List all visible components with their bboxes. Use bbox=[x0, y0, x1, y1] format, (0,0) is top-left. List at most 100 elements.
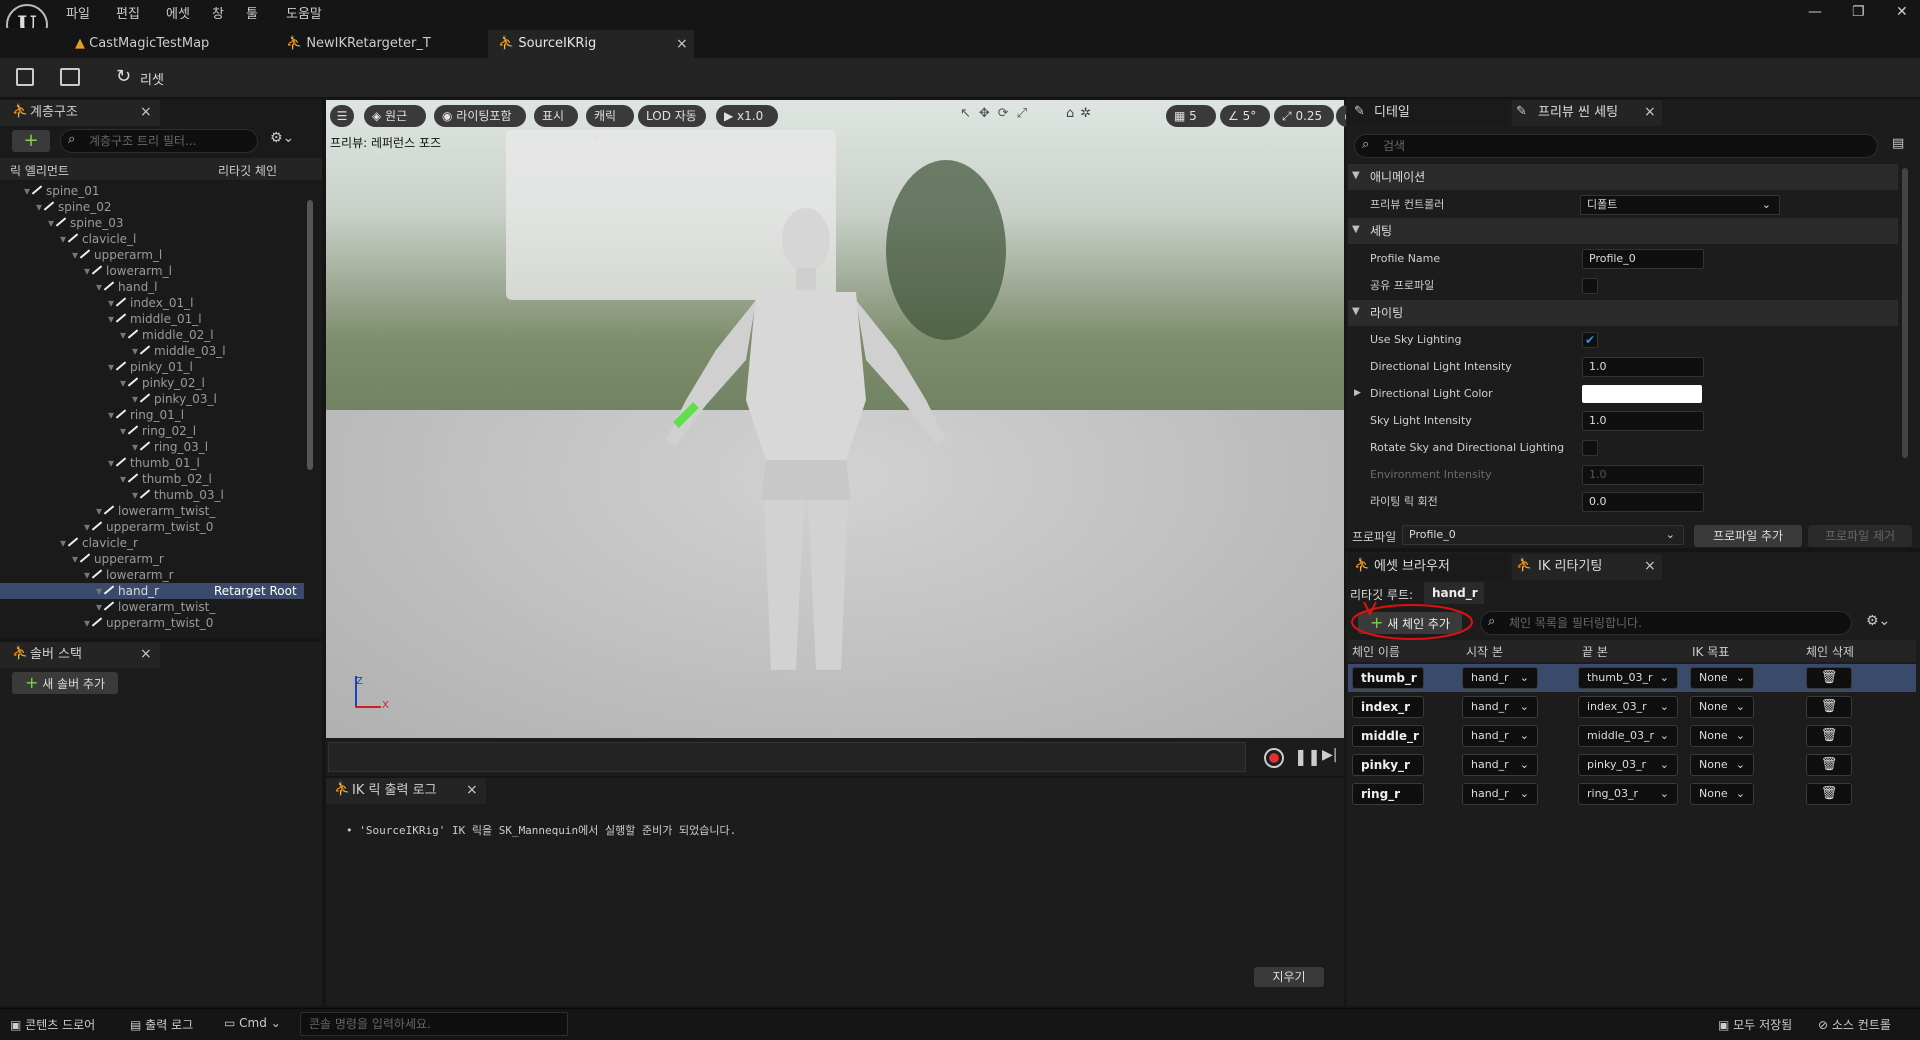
tree-expander-icon[interactable]: ▾ bbox=[0, 439, 138, 455]
close-tab-button[interactable]: × bbox=[676, 30, 688, 58]
chain-name-field[interactable]: index_r bbox=[1352, 696, 1424, 718]
tree-row[interactable]: ▾ middle_03_l bbox=[0, 343, 304, 359]
menu-item-2[interactable]: 에셋 bbox=[166, 3, 190, 22]
scale-snap-button[interactable]: ⤢ 0.25 bbox=[1274, 105, 1334, 127]
tree-row[interactable]: ▾ thumb_02_l bbox=[0, 471, 304, 487]
column-rig-element[interactable]: 릭 엘리먼트 bbox=[10, 162, 69, 179]
start-bone-dropdown[interactable]: hand_r ⌄ bbox=[1462, 783, 1538, 805]
tree-row[interactable]: ▾ index_01_l bbox=[0, 295, 304, 311]
tree-row[interactable]: ▾ spine_02 bbox=[0, 199, 304, 215]
tree-row[interactable]: ▾ clavicle_l bbox=[0, 231, 304, 247]
delete-chain-trash-icon[interactable]: 🗑 bbox=[1806, 754, 1852, 776]
tree-expander-icon[interactable]: ▾ bbox=[0, 407, 114, 423]
preview-scene-settings-tab[interactable]: 프리뷰 씬 세팅 bbox=[1512, 100, 1662, 126]
end-bone-dropdown[interactable]: index_03_r ⌄ bbox=[1578, 696, 1678, 718]
timeline-track[interactable] bbox=[328, 742, 1246, 772]
asset-browser-tab[interactable]: 에셋 브라우저 bbox=[1348, 554, 1508, 580]
surface-snap-icon[interactable]: ⌂✲ bbox=[1066, 106, 1097, 121]
viewport-option-button-3[interactable]: 캐릭터 bbox=[586, 105, 634, 145]
close-solver-button[interactable]: × bbox=[140, 646, 152, 662]
ik-goal-dropdown[interactable]: None ⌄ bbox=[1690, 725, 1754, 747]
tree-expander-icon[interactable]: ▾ bbox=[0, 199, 42, 215]
viewport-menu-icon[interactable]: ☰ bbox=[330, 105, 354, 127]
menu-item-1[interactable]: 편집 bbox=[116, 3, 140, 22]
save-all-button[interactable]: ▣ 모두 저장됨 bbox=[1718, 1016, 1792, 1033]
close-output-log-button[interactable]: × bbox=[466, 782, 478, 798]
viewport-option-button-4[interactable]: LOD 자동 bbox=[638, 105, 706, 127]
tree-expander-icon[interactable]: ▾ bbox=[0, 279, 102, 295]
browse-asset-icon[interactable] bbox=[60, 68, 80, 86]
tree-expander-icon[interactable]: ▾ bbox=[0, 311, 114, 327]
use-sky-lighting-checkbox[interactable]: ✔ bbox=[1582, 332, 1598, 348]
expand-arrow-icon[interactable]: ▶ bbox=[1354, 388, 1361, 398]
ik-goal-dropdown[interactable]: None ⌄ bbox=[1690, 754, 1754, 776]
output-log-button[interactable]: ▤ 출력 로그 bbox=[130, 1016, 193, 1033]
chain-column-header[interactable]: 체인 삭제 bbox=[1806, 643, 1854, 660]
tree-row[interactable]: ▾ ring_02_l bbox=[0, 423, 304, 439]
lighting-rig-rotation-input[interactable]: 0.0 bbox=[1582, 492, 1704, 512]
sky-light-intensity-input[interactable]: 1.0 bbox=[1582, 411, 1704, 431]
tree-row[interactable]: ▾ pinky_01_l bbox=[0, 359, 304, 375]
tree-expander-icon[interactable]: ▾ bbox=[0, 615, 90, 631]
maximize-button[interactable]: ❐ bbox=[1852, 4, 1865, 20]
directional-light-intensity-input[interactable]: 1.0 bbox=[1582, 357, 1704, 377]
end-bone-dropdown[interactable]: thumb_03_r ⌄ bbox=[1578, 667, 1678, 689]
menu-item-3[interactable]: 창 bbox=[212, 3, 224, 22]
tree-expander-icon[interactable]: ▾ bbox=[0, 215, 54, 231]
details-search-input[interactable]: 검색 bbox=[1354, 134, 1878, 158]
tree-row[interactable]: ▾ thumb_03_l bbox=[0, 487, 304, 503]
tree-row[interactable]: ▾ lowerarm_twist_ bbox=[0, 599, 304, 615]
tree-expander-icon[interactable]: ▾ bbox=[0, 487, 138, 503]
tree-expander-icon[interactable]: ▾ bbox=[0, 375, 126, 391]
tree-row[interactable]: ▾ thumb_01_l bbox=[0, 455, 304, 471]
console-command-input[interactable]: 콘솔 명령을 입력하세요. bbox=[300, 1012, 568, 1036]
reset-icon[interactable]: ↻ bbox=[116, 66, 131, 87]
tree-expander-icon[interactable]: ▾ bbox=[0, 471, 126, 487]
start-bone-dropdown[interactable]: hand_r ⌄ bbox=[1462, 754, 1538, 776]
delete-chain-trash-icon[interactable]: 🗑 bbox=[1806, 667, 1852, 689]
end-bone-dropdown[interactable]: ring_03_r ⌄ bbox=[1578, 783, 1678, 805]
column-retarget-chain[interactable]: 리타깃 체인 bbox=[218, 162, 277, 179]
tree-row[interactable]: ▾ clavicle_r bbox=[0, 535, 304, 551]
preview-viewport[interactable] bbox=[326, 100, 1344, 738]
tree-expander-icon[interactable]: ▾ bbox=[0, 503, 102, 519]
delete-chain-trash-icon[interactable]: 🗑 bbox=[1806, 696, 1852, 718]
tree-expander-icon[interactable]: ▾ bbox=[0, 263, 90, 279]
ik-goal-dropdown[interactable]: None ⌄ bbox=[1690, 667, 1754, 689]
rotate-sky-checkbox[interactable] bbox=[1582, 440, 1598, 456]
details-scrollbar[interactable] bbox=[1902, 168, 1908, 458]
ik-goal-dropdown[interactable]: None ⌄ bbox=[1690, 696, 1754, 718]
tree-expander-icon[interactable]: ▾ bbox=[0, 423, 126, 439]
tree-row[interactable]: ▾ middle_01_l bbox=[0, 311, 304, 327]
content-drawer-button[interactable]: ▣ 콘텐츠 드로어 bbox=[10, 1016, 95, 1033]
delete-chain-trash-icon[interactable]: 🗑 bbox=[1806, 783, 1852, 805]
remove-profile-button[interactable]: 프로파일 제거 bbox=[1808, 525, 1912, 547]
tree-row[interactable]: ▾ upperarm_twist_0 bbox=[0, 615, 304, 631]
source-control-button[interactable]: ⊘ 소스 컨트롤 bbox=[1818, 1016, 1891, 1033]
tree-expander-icon[interactable]: ▾ bbox=[0, 583, 102, 599]
tree-row[interactable]: ▾ middle_02_l bbox=[0, 327, 304, 343]
step-forward-icon[interactable]: ▶| bbox=[1322, 747, 1337, 763]
close-ik-retargeting-button[interactable]: × bbox=[1644, 558, 1656, 574]
viewport-option-button-5[interactable]: ▶ x1.0 bbox=[716, 105, 778, 127]
profile-name-input[interactable]: Profile_0 bbox=[1582, 249, 1704, 269]
tree-row[interactable]: ▾ upperarm_r bbox=[0, 551, 304, 567]
tree-row[interactable]: ▾ lowerarm_r bbox=[0, 567, 304, 583]
pause-icon[interactable]: ❚❚ bbox=[1294, 747, 1321, 766]
tree-row[interactable]: ▾ spine_03 bbox=[0, 215, 304, 231]
add-solver-button[interactable]: + 새 솔버 추가 bbox=[12, 672, 118, 694]
tree-expander-icon[interactable]: ▾ bbox=[0, 551, 78, 567]
grid-view-icon[interactable]: ▤ bbox=[1892, 136, 1904, 151]
tree-row[interactable]: ▾ ring_01_l bbox=[0, 407, 304, 423]
save-icon[interactable] bbox=[16, 68, 34, 86]
hierarchy-scrollbar[interactable] bbox=[307, 200, 313, 470]
chain-column-header[interactable]: IK 목표 bbox=[1692, 643, 1729, 660]
tree-expander-icon[interactable]: ▾ bbox=[0, 359, 114, 375]
viewport-option-button-0[interactable]: ◈ 원근 bbox=[364, 105, 426, 127]
profile-dropdown[interactable]: Profile_0 ⌄ bbox=[1402, 525, 1684, 545]
tree-expander-icon[interactable]: ▾ bbox=[0, 183, 30, 199]
start-bone-dropdown[interactable]: hand_r ⌄ bbox=[1462, 725, 1538, 747]
tree-row[interactable]: ▾ lowerarm_twist_ bbox=[0, 503, 304, 519]
menu-item-4[interactable]: 툴 bbox=[246, 3, 258, 22]
section-lighting[interactable]: 라이팅 bbox=[1348, 300, 1898, 326]
